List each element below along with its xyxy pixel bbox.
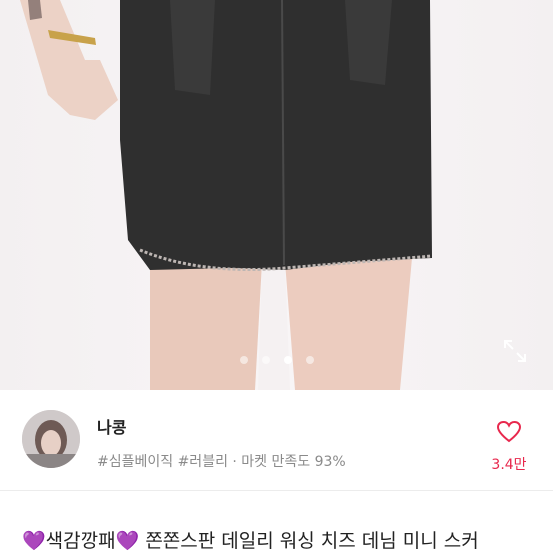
image-pagination	[0, 356, 553, 366]
pagination-dot-active[interactable]	[283, 356, 292, 364]
expand-icon[interactable]	[500, 336, 530, 366]
heart-outline-icon[interactable]	[496, 420, 522, 444]
purple-heart-emoji: 💜	[22, 530, 46, 552]
purple-heart-emoji: 💜	[115, 530, 140, 552]
seller-row[interactable]: 나콩 #심플베이직 #러블리 · 마켓 만족도 93% 3.4만	[0, 390, 553, 491]
product-image[interactable]	[0, 0, 553, 390]
title-tag: 색감깡패	[45, 530, 116, 552]
like-count: 3.4만	[491, 457, 527, 473]
like-button[interactable]: 3.4만	[486, 420, 532, 474]
seller-tags-satisfaction: #심플베이직 #러블리 · 마켓 만족도 93%	[97, 454, 346, 470]
title-text: 쫀쫀스판 데일리 워싱 치즈 데님 미니 스커	[145, 530, 479, 552]
product-title: 💜색감깡패💜 쫀쫀스판 데일리 워싱 치즈 데님 미니 스커	[22, 526, 479, 553]
product-photo-illustration	[20, 0, 433, 390]
pagination-dot[interactable]	[305, 356, 314, 364]
pagination-dot[interactable]	[261, 356, 270, 364]
pagination-dot[interactable]	[239, 356, 248, 364]
seller-avatar[interactable]	[22, 410, 80, 468]
seller-name[interactable]: 나콩	[97, 414, 126, 438]
